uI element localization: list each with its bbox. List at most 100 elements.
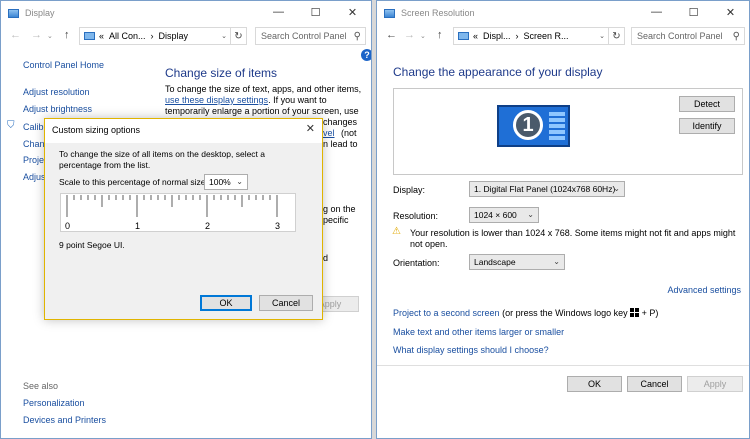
obscured-link-fragment[interactable]: vel xyxy=(323,128,335,138)
orientation-label: Orientation: xyxy=(393,258,440,268)
forward-arrow-icon[interactable]: → xyxy=(31,29,42,41)
obscured-text-fragment: pecific xyxy=(323,215,349,225)
address-dropdown-icon[interactable]: ⌄ xyxy=(599,32,605,40)
dialog-title: Custom sizing options xyxy=(52,125,141,135)
ruler-ticks xyxy=(66,195,278,217)
display-select[interactable]: 1. Digital Flat Panel (1024x768 60Hz) ⌄ xyxy=(469,181,625,197)
identify-button[interactable]: Identify xyxy=(679,118,735,134)
breadcrumb-overflow[interactable]: « xyxy=(473,31,478,41)
sidebar-item-calibrate[interactable]: Calibr xyxy=(23,122,47,132)
resolution-select[interactable]: 1024 × 600 ⌄ xyxy=(469,207,539,223)
display-settings-help-link[interactable]: What display settings should I choose? xyxy=(393,345,549,355)
search-icon: ⚲ xyxy=(353,30,361,42)
project-second-screen-link[interactable]: Project to a second screen xyxy=(393,308,500,318)
control-panel-home-link[interactable]: Control Panel Home xyxy=(23,60,104,70)
resolution-label: Resolution: xyxy=(393,211,439,221)
dialog-ok-button[interactable]: OK xyxy=(200,295,252,311)
scale-percentage-select[interactable]: 100% ⌄ xyxy=(204,174,248,190)
see-also-label: See also xyxy=(23,381,59,391)
resolution-value: 1024 × 600 xyxy=(474,210,517,220)
breadcrumb-display[interactable]: Displ... xyxy=(483,31,511,41)
recent-chevron-icon[interactable]: ⌄ xyxy=(47,32,53,40)
chevron-down-icon: ⌄ xyxy=(553,257,560,266)
help-icon[interactable]: ? xyxy=(361,49,371,61)
scale-value: 100% xyxy=(209,177,231,187)
devices-and-printers-link[interactable]: Devices and Printers xyxy=(23,415,106,425)
address-bar[interactable]: « All Con... › Display ⌄ ↻ xyxy=(79,27,247,45)
control-panel-icon xyxy=(84,32,95,40)
minimize-button[interactable]: — xyxy=(260,1,297,23)
larger-smaller-link[interactable]: Make text and other items larger or smal… xyxy=(393,327,564,337)
project-hint-suffix: + P) xyxy=(641,308,659,318)
sidebar-item-adjust-brightness[interactable]: Adjust brightness xyxy=(23,104,92,114)
maximize-button[interactable]: ☐ xyxy=(675,1,712,23)
control-panel-icon xyxy=(458,32,469,40)
description-line-2-text: . If you want to xyxy=(268,95,327,105)
description-line-3: temporarily enlarge a portion of your sc… xyxy=(165,106,359,116)
display-settings-link[interactable]: use these display settings xyxy=(165,95,268,105)
search-placeholder: Search Control Panel xyxy=(261,31,347,41)
dialog-close-icon[interactable]: ✕ xyxy=(306,122,315,135)
resolution-warning: Your resolution is lower than 1024 x 768… xyxy=(410,228,736,249)
apply-button[interactable]: Apply xyxy=(687,376,743,392)
obscured-text-fragment: d xyxy=(323,253,329,263)
sidebar-item-adjust-resolution[interactable]: Adjust resolution xyxy=(23,87,90,97)
up-arrow-icon[interactable]: ↑ xyxy=(437,29,443,41)
display-label: Display: xyxy=(393,185,426,195)
recent-chevron-icon[interactable]: ⌄ xyxy=(420,32,426,40)
breadcrumb-overflow[interactable]: « xyxy=(99,31,104,41)
search-icon: ⚲ xyxy=(732,30,740,42)
close-button[interactable]: ✕ xyxy=(712,1,749,23)
back-arrow-icon[interactable]: ← xyxy=(386,29,397,41)
description-line-2: use these display settings. If you want … xyxy=(165,95,327,105)
search-input[interactable]: Search Control Panel ⚲ xyxy=(631,27,745,45)
ruler-label-2: 2 xyxy=(205,221,211,231)
orientation-value: Landscape xyxy=(474,257,516,267)
advanced-settings-link[interactable]: Advanced settings xyxy=(667,285,741,295)
chevron-down-icon: ⌄ xyxy=(527,210,534,219)
monitor-1-thumbnail[interactable]: 1 xyxy=(497,105,570,147)
address-dropdown-icon[interactable]: ⌄ xyxy=(221,32,227,40)
breadcrumb-all-control-panel[interactable]: All Con... xyxy=(109,31,146,41)
breadcrumb-separator: › xyxy=(515,31,519,41)
page-title: Change the appearance of your display xyxy=(393,65,603,79)
obscured-text-fragment: changes xyxy=(323,117,358,127)
personalization-link[interactable]: Personalization xyxy=(23,398,85,408)
navigation-bar: ← → ⌄ ↑ « Displ... › Screen R... ⌄ ↻ Sea… xyxy=(377,25,749,47)
refresh-icon[interactable]: ↻ xyxy=(608,28,624,44)
window-title: Screen Resolution xyxy=(401,8,475,18)
breadcrumb-screen-resolution[interactable]: Screen R... xyxy=(524,31,569,41)
search-input[interactable]: Search Control Panel ⚲ xyxy=(255,27,366,45)
address-bar[interactable]: « Displ... › Screen R... ⌄ ↻ xyxy=(453,27,625,45)
chevron-down-icon: ⌄ xyxy=(236,177,243,186)
display-value: 1. Digital Flat Panel (1024x768 60Hz) xyxy=(474,184,616,194)
title-bar[interactable]: Screen Resolution — ☐ ✕ xyxy=(377,1,749,25)
monitor-grid-icon xyxy=(549,112,565,140)
refresh-icon[interactable]: ↻ xyxy=(230,28,246,44)
navigation-bar: ← → ⌄ ↑ « All Con... › Display ⌄ ↻ Searc… xyxy=(1,25,371,47)
ruler-label-3: 3 xyxy=(275,221,281,231)
back-arrow-icon[interactable]: ← xyxy=(10,29,21,41)
obscured-text-fragment: n lead to xyxy=(323,139,358,149)
breadcrumb-display[interactable]: Display xyxy=(159,31,189,41)
ruler[interactable]: 0 1 2 3 xyxy=(60,193,296,232)
minimize-button[interactable]: — xyxy=(638,1,675,23)
detect-button[interactable]: Detect xyxy=(679,96,735,112)
orientation-select[interactable]: Landscape ⌄ xyxy=(469,254,565,270)
obscured-text-fragment: (not xyxy=(341,128,357,138)
cancel-button[interactable]: Cancel xyxy=(627,376,682,392)
up-arrow-icon[interactable]: ↑ xyxy=(64,29,70,41)
project-line: Project to a second screen (or press the… xyxy=(393,308,658,318)
dialog-cancel-button[interactable]: Cancel xyxy=(259,295,313,311)
forward-arrow-icon[interactable]: → xyxy=(404,29,415,41)
close-button[interactable]: ✕ xyxy=(334,1,371,23)
dialog-instruction: To change the size of all items on the d… xyxy=(59,149,266,170)
ok-button[interactable]: OK xyxy=(567,376,622,392)
breadcrumb-separator: › xyxy=(150,31,154,41)
title-bar[interactable]: Display — ☐ ✕ xyxy=(1,1,371,25)
warning-icon: ⚠ xyxy=(392,226,401,237)
monitor-number-badge: 1 xyxy=(513,110,543,140)
page-title: Change size of items xyxy=(165,66,278,80)
sidebar-item-adjust[interactable]: Adjus xyxy=(23,172,46,182)
maximize-button[interactable]: ☐ xyxy=(297,1,334,23)
